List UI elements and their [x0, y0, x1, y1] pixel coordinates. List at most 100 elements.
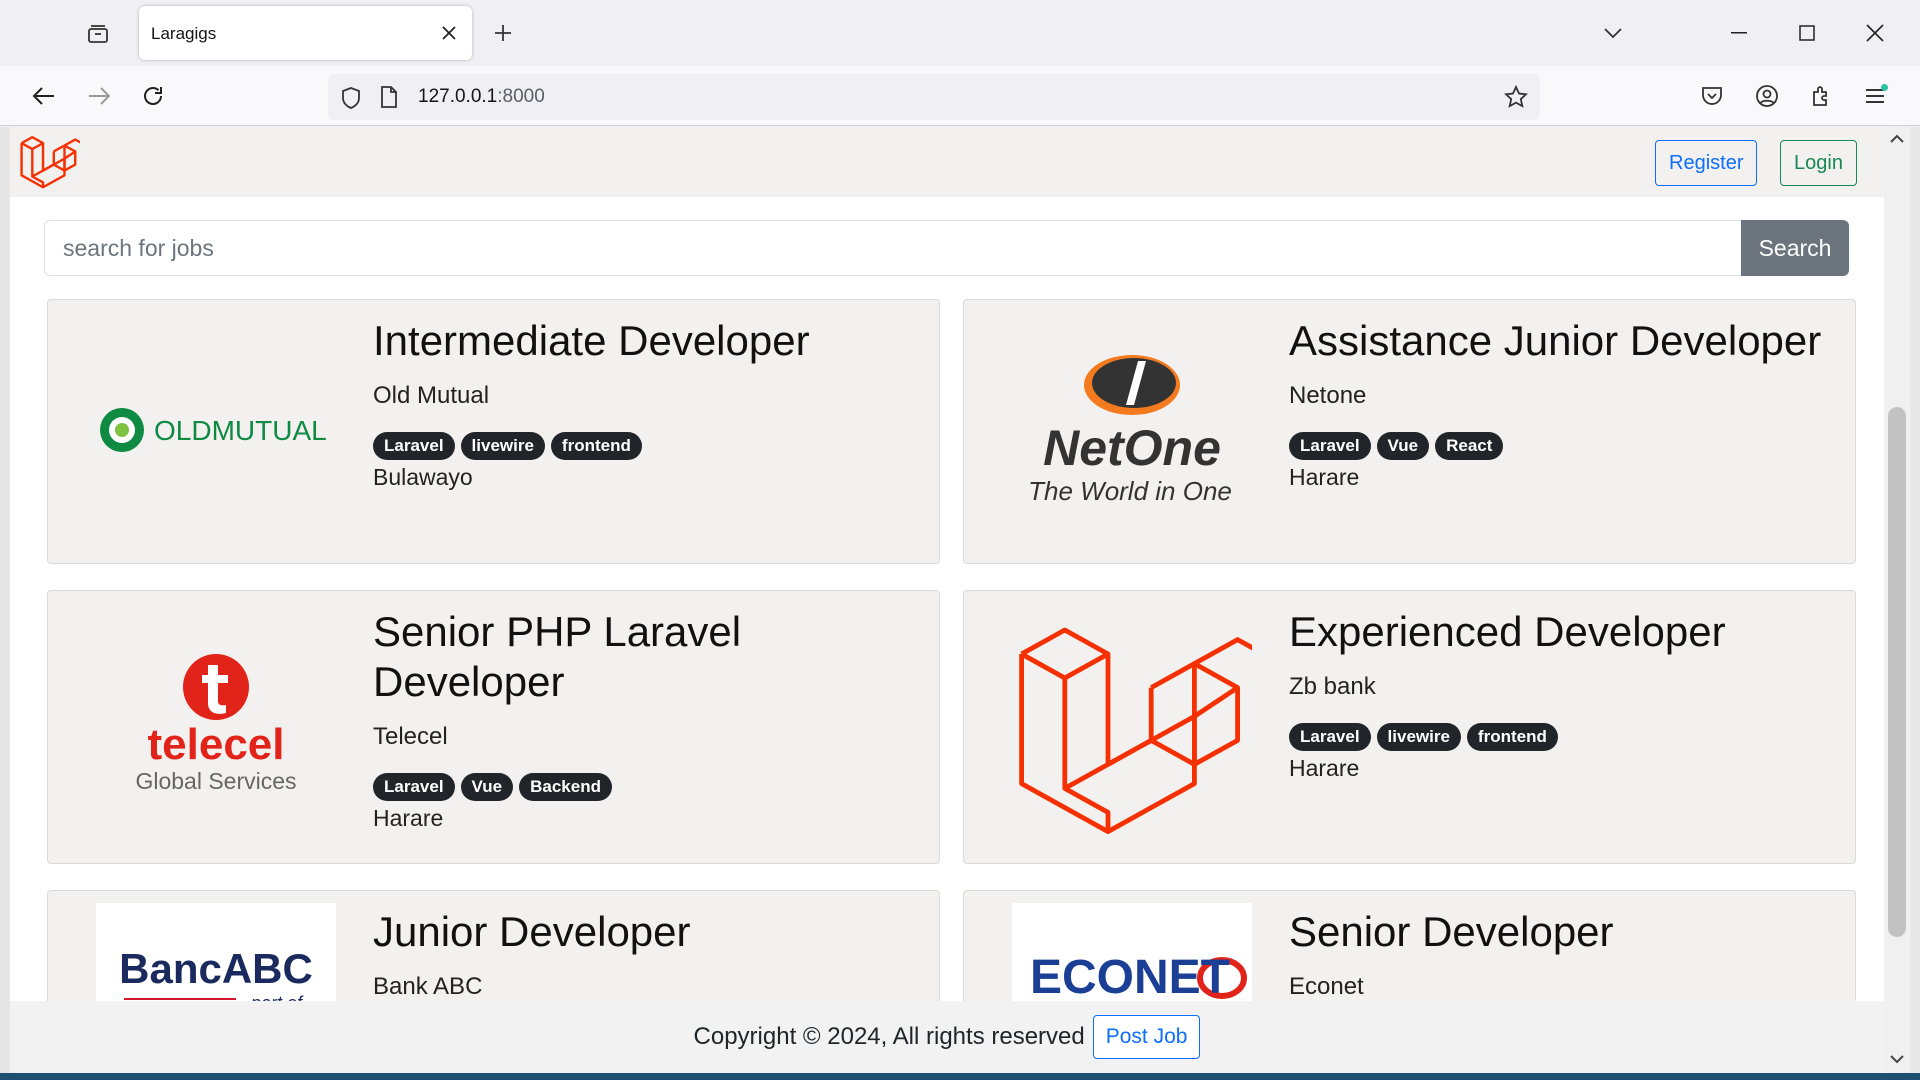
- laravel-company-logo: [1012, 601, 1252, 851]
- job-title[interactable]: Assistance Junior Developer: [1289, 316, 1829, 366]
- search-button[interactable]: Search: [1741, 220, 1849, 276]
- job-card-body: Intermediate Developer Old Mutual Larave…: [373, 316, 913, 491]
- tag[interactable]: Laravel: [1289, 723, 1371, 751]
- job-title[interactable]: Senior Developer: [1289, 907, 1829, 957]
- tag-list: Laravel Vue React: [1289, 432, 1829, 460]
- window-left-edge: [0, 127, 10, 1073]
- register-button[interactable]: Register: [1655, 140, 1758, 186]
- extensions-icon[interactable]: [1803, 78, 1839, 114]
- job-card[interactable]: NetOne The World in One Assistance Junio…: [963, 299, 1856, 564]
- scroll-down-icon[interactable]: [1890, 1051, 1904, 1069]
- url-host: 127.0.0.1: [418, 86, 498, 107]
- tag[interactable]: livewire: [460, 432, 545, 460]
- url-bar[interactable]: 127.0.0.1:8000: [328, 74, 1540, 120]
- job-card-body: Senior Developer Econet: [1289, 907, 1829, 1001]
- scrollbar-thumb[interactable]: [1888, 407, 1906, 937]
- post-job-button[interactable]: Post Job: [1092, 1015, 1201, 1059]
- job-title[interactable]: Junior Developer: [373, 907, 913, 957]
- new-tab-icon[interactable]: [488, 18, 518, 48]
- tag[interactable]: Vue: [460, 773, 514, 801]
- tag[interactable]: Backend: [519, 773, 612, 801]
- job-title[interactable]: Experienced Developer: [1289, 607, 1829, 657]
- old-mutual-logo-text: OLDMUTUAL: [154, 415, 327, 446]
- browser-navbar: 127.0.0.1:8000: [0, 66, 1920, 126]
- job-location: Bulawayo: [373, 464, 473, 490]
- page-scrollbar[interactable]: [1884, 127, 1910, 1073]
- job-card-body: Junior Developer Bank ABC: [373, 907, 913, 1001]
- tag[interactable]: Vue: [1376, 432, 1430, 460]
- job-location: Harare: [373, 805, 444, 831]
- job-card-body: Senior PHP Laravel Developer Telecel Lar…: [373, 607, 913, 832]
- bookmark-star-icon[interactable]: [1503, 84, 1529, 114]
- econet-logo-text: ECONET: [1030, 951, 1230, 1004]
- svg-text:telecel: telecel: [148, 720, 285, 769]
- url-text[interactable]: 127.0.0.1:8000: [418, 86, 545, 108]
- close-tab-icon[interactable]: [438, 22, 460, 44]
- account-icon[interactable]: [1749, 78, 1785, 114]
- menu-icon[interactable]: [1857, 78, 1893, 114]
- company-name: Old Mutual: [373, 382, 490, 409]
- svg-text:OLDMUTUAL: OLDMUTUAL: [154, 415, 327, 446]
- page-viewport: Register Login Search OLDMUTUAL Intermed…: [10, 127, 1884, 1073]
- tag[interactable]: frontend: [550, 432, 642, 460]
- company-name: Zb bank: [1289, 673, 1376, 700]
- close-window-icon[interactable]: [1855, 14, 1895, 52]
- site-header: Register Login: [10, 127, 1884, 197]
- forward-arrow-icon[interactable]: [81, 78, 117, 114]
- svg-text:NetOne: NetOne: [1043, 420, 1221, 476]
- site-footer: Copyright © 2024, All rights reserved Po…: [10, 1001, 1884, 1073]
- minimize-icon[interactable]: [1719, 14, 1759, 52]
- browser-tab-strip: Laragigs: [0, 0, 1920, 66]
- job-card[interactable]: OLDMUTUAL Intermediate Developer Old Mut…: [47, 299, 940, 564]
- job-location: Harare: [1289, 755, 1360, 781]
- scroll-up-icon[interactable]: [1890, 131, 1904, 149]
- page-icon: [380, 86, 398, 113]
- taskbar-edge: [0, 1073, 1920, 1080]
- tag-list: Laravel Vue Backend: [373, 773, 913, 801]
- reload-icon[interactable]: [135, 78, 171, 114]
- telecel-logo-tagline: Global Services: [135, 768, 296, 794]
- svg-text:ECONET: ECONET: [1030, 951, 1230, 1004]
- job-location: Harare: [1289, 464, 1360, 490]
- company-name: Netone: [1289, 382, 1367, 409]
- search-input[interactable]: [44, 220, 1742, 276]
- shield-icon[interactable]: [340, 86, 362, 115]
- netone-logo: NetOne The World in One: [1012, 330, 1252, 530]
- tab-title: Laragigs: [151, 24, 217, 43]
- tag[interactable]: Laravel: [373, 432, 455, 460]
- browser-tab-active[interactable]: Laragigs: [139, 6, 472, 60]
- job-card[interactable]: Experienced Developer Zb bank Laravel li…: [963, 590, 1856, 864]
- tag[interactable]: Laravel: [1289, 432, 1371, 460]
- search-form: Search: [44, 220, 1850, 276]
- pocket-icon[interactable]: [1694, 78, 1730, 114]
- job-card-body: Experienced Developer Zb bank Laravel li…: [1289, 607, 1829, 782]
- company-name: Bank ABC: [373, 973, 483, 1000]
- laravel-logo-icon[interactable]: [18, 130, 87, 197]
- bancabc-logo-text: BancABC: [119, 945, 313, 992]
- old-mutual-logo: OLDMUTUAL: [96, 360, 336, 500]
- tag[interactable]: Laravel: [373, 773, 455, 801]
- job-title[interactable]: Senior PHP Laravel Developer: [373, 607, 913, 707]
- maximize-icon[interactable]: [1787, 14, 1827, 52]
- tag[interactable]: frontend: [1466, 723, 1558, 751]
- netone-logo-tagline: The World in One: [1028, 476, 1232, 506]
- job-card[interactable]: telecel Global Services Senior PHP Larav…: [47, 590, 940, 864]
- svg-text:Global Services: Global Services: [135, 768, 296, 794]
- login-button[interactable]: Login: [1780, 140, 1857, 186]
- job-title[interactable]: Intermediate Developer: [373, 316, 913, 366]
- svg-text:BancABC: BancABC: [119, 945, 313, 992]
- back-arrow-icon[interactable]: [26, 78, 62, 114]
- svg-text:The World in One: The World in One: [1028, 476, 1232, 506]
- netone-logo-text: NetOne: [1043, 420, 1221, 476]
- tag-list: Laravel livewire frontend: [1289, 723, 1829, 751]
- chevron-down-icon[interactable]: [1598, 18, 1628, 48]
- company-name: Econet: [1289, 973, 1364, 1000]
- job-card-body: Assistance Junior Developer Netone Larav…: [1289, 316, 1829, 491]
- tag[interactable]: livewire: [1376, 723, 1461, 751]
- company-name: Telecel: [373, 723, 448, 750]
- copyright-text: Copyright © 2024, All rights reserved: [693, 1023, 1085, 1050]
- tag[interactable]: React: [1435, 432, 1504, 460]
- window-right-edge: [1910, 127, 1920, 1073]
- tab-list-icon[interactable]: [82, 18, 114, 50]
- telecel-logo: telecel Global Services: [96, 631, 336, 821]
